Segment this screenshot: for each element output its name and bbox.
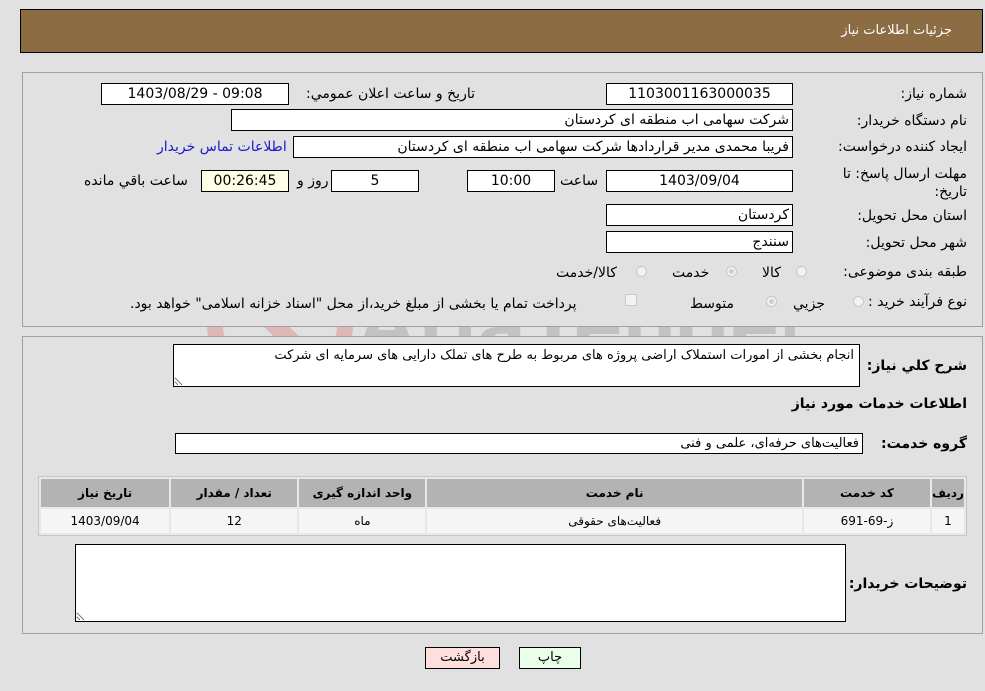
remaining-label: ساعت باقي مانده (84, 173, 188, 189)
col-header-unit: واحد اندازه گیری (299, 479, 426, 507)
col-header-service-code: کد خدمت (803, 479, 930, 507)
back-button[interactable]: بازگشت (425, 647, 500, 669)
category-option-goods-service: کالا/خدمت (556, 265, 617, 281)
buyer-contact-link[interactable]: اطلاعات تماس خریدار (157, 139, 287, 155)
services-table: ردیف کد خدمت نام خدمت واحد اندازه گیری ت… (38, 476, 967, 536)
purchase-option-minor: جزیي (793, 296, 825, 312)
cell-service-name: فعالیت‌های حقوقی (427, 509, 802, 533)
cell-need-date: 1403/09/04 (41, 509, 170, 533)
deadline-label: مهلت ارسال پاسخ: تا تاریخ: (842, 166, 967, 200)
category-option-service: خدمت (672, 265, 710, 281)
print-button[interactable]: چاپ (519, 647, 581, 669)
category-label: طبقه بندی موضوعی: (843, 264, 967, 280)
col-header-quantity: تعداد / مقدار (171, 479, 298, 507)
purchase-option-medium: متوسط (690, 296, 734, 312)
city-label: شهر محل تحویل: (865, 235, 967, 251)
col-header-row-number: ردیف (931, 479, 964, 507)
province-field[interactable]: کردستان (606, 204, 793, 226)
services-heading: اطلاعات خدمات مورد نیاز (791, 396, 967, 412)
remaining-days-field[interactable]: 5 (331, 170, 419, 192)
treasury-checkbox[interactable] (625, 294, 637, 306)
requester-label: ایجاد کننده درخواست: (838, 139, 967, 155)
buyer-org-label: نام دستگاه خریدار: (856, 113, 967, 129)
description-label: شرح كلي نیاز: (866, 358, 967, 374)
treasury-note: پرداخت تمام یا بخشی از مبلغ خرید،از محل … (130, 296, 577, 312)
cell-row-number: 1 (931, 509, 964, 533)
need-number-field[interactable]: 1103001163000035 (606, 83, 793, 105)
deadline-time-label: ساعت (560, 173, 599, 189)
buyer-notes-label: توضیحات خریدار: (848, 576, 967, 592)
cell-quantity: 12 (171, 509, 298, 533)
category-option-goods: کالا (762, 265, 781, 281)
cell-unit: ماه (299, 509, 426, 533)
table-header-row: ردیف کد خدمت نام خدمت واحد اندازه گیری ت… (41, 479, 964, 507)
deadline-date-field[interactable]: 1403/09/04 (606, 170, 793, 192)
service-group-field[interactable]: فعالیت‌های حرفه‌ای، علمی و فنی (175, 433, 863, 454)
buyer-notes-textarea[interactable] (75, 544, 846, 622)
cell-service-code: ز-69-691 (803, 509, 930, 533)
need-number-label: شماره نیاز: (900, 86, 968, 102)
purchase-radio-medium[interactable] (766, 296, 777, 307)
col-header-service-name: نام خدمت (427, 479, 802, 507)
deadline-time-field[interactable]: 10:00 (467, 170, 555, 192)
requester-field[interactable]: فریبا محمدی مدیر قراردادها شرکت سهامی اب… (293, 136, 793, 158)
description-textarea[interactable] (173, 344, 860, 387)
remaining-time-field[interactable]: 00:26:45 (201, 170, 289, 192)
buyer-org-field[interactable]: شرکت سهامی اب منطقه ای کردستان (231, 109, 793, 131)
table-row: 1 ز-69-691 فعالیت‌های حقوقی ماه 12 1403/… (41, 509, 964, 533)
category-radio-goods-service[interactable] (636, 266, 647, 277)
announce-datetime-label: تاریخ و ساعت اعلان عمومي: (306, 86, 475, 102)
announce-datetime-field[interactable]: 1403/08/29 - 09:08 (101, 83, 289, 105)
page-title: جزئیات اطلاعات نیاز (841, 23, 952, 38)
days-label: روز و (297, 173, 329, 189)
province-label: استان محل تحویل: (857, 208, 967, 224)
city-field[interactable]: سنندج (606, 231, 793, 253)
page-header: جزئیات اطلاعات نیاز (20, 9, 983, 53)
col-header-need-date: تاریخ نیاز (41, 479, 170, 507)
purchase-type-label: نوع فرآیند خرید : (868, 294, 967, 310)
purchase-radio-minor[interactable] (853, 296, 864, 307)
service-group-label: گروه خدمت: (881, 436, 967, 452)
category-radio-service[interactable] (726, 266, 737, 277)
category-radio-goods[interactable] (796, 266, 807, 277)
